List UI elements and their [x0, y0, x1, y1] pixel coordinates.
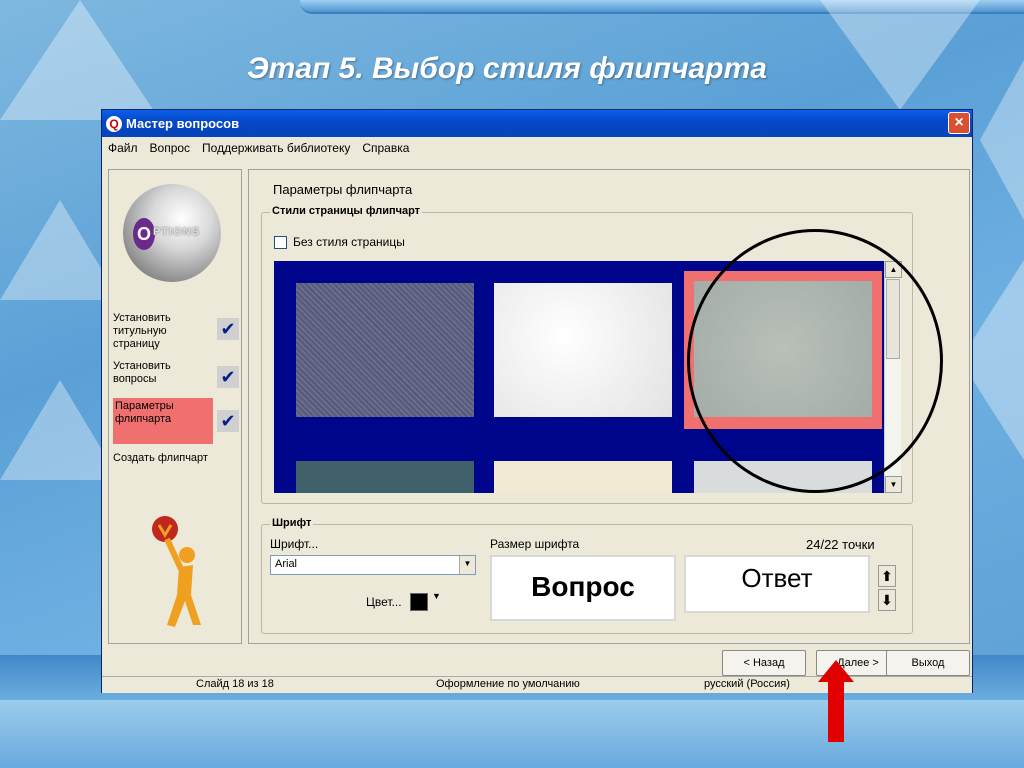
logo-text: PTIONS: [153, 226, 200, 238]
options-logo: O PTIONS: [123, 184, 221, 282]
color-swatch[interactable]: [410, 593, 428, 611]
window-titlebar: Q Мастер вопросов ×: [102, 110, 972, 137]
answer-preview: Ответ: [684, 555, 870, 613]
check-icon: ✔: [217, 366, 239, 388]
person-illustration-icon: [152, 516, 201, 627]
step-flipchart-params[interactable]: Параметры флипчарта: [113, 398, 213, 444]
close-button[interactable]: ×: [948, 112, 970, 134]
no-style-checkbox[interactable]: [274, 235, 287, 249]
font-select[interactable]: Arial ▼: [270, 555, 476, 575]
check-icon: ✔: [217, 318, 239, 340]
chevron-down-icon[interactable]: ▼: [459, 556, 475, 574]
back-button[interactable]: < Назад: [722, 650, 806, 676]
menu-help[interactable]: Справка: [362, 141, 409, 155]
step-title-page[interactable]: Установить титульную страницу: [113, 312, 213, 351]
wizard-steps-panel: O PTIONS Установить титульную страницу ✔…: [108, 169, 242, 644]
no-style-label: Без стиля страницы: [293, 235, 405, 249]
size-down-icon[interactable]: ⬇: [878, 589, 896, 611]
status-language: русский (Россия): [704, 678, 790, 690]
menu-file[interactable]: Файл: [108, 141, 138, 155]
size-up-icon[interactable]: ⬆: [878, 565, 896, 587]
status-design: Оформление по умолчанию: [436, 678, 580, 690]
style-tile-teal[interactable]: [296, 461, 474, 493]
highlight-circle: [687, 229, 943, 493]
scroll-down-icon[interactable]: ▼: [885, 476, 902, 493]
font-label: Шрифт...: [270, 537, 319, 551]
step-create-flipchart[interactable]: Создать флипчарт: [113, 452, 213, 465]
panel-heading: Параметры флипчарта: [273, 182, 413, 197]
exit-button[interactable]: Выход: [886, 650, 970, 676]
logo-letter: O: [133, 218, 155, 250]
page-styles-label: Стили страницы флипчарт: [270, 205, 423, 217]
font-value: Arial: [275, 558, 298, 570]
status-slide: Слайд 18 из 18: [196, 678, 274, 690]
menubar: Файл Вопрос Поддерживать библиотеку Спра…: [102, 137, 972, 159]
style-tile-white[interactable]: [494, 283, 672, 417]
window-title: Мастер вопросов: [126, 116, 240, 131]
font-size-value: 24/22 точки: [806, 537, 875, 552]
style-tile-canvas[interactable]: [296, 283, 474, 417]
question-preview: Вопрос: [490, 555, 676, 621]
red-arrow-up-icon: [818, 660, 854, 742]
slide-title: Этап 5. Выбор стиля флипчарта: [247, 52, 767, 85]
step-questions[interactable]: Установить вопросы: [113, 360, 213, 386]
bottom-decoration-light: [0, 700, 1024, 768]
app-icon: Q: [106, 115, 122, 132]
style-tile-cream[interactable]: [494, 461, 672, 493]
check-icon: ✔: [217, 410, 239, 432]
menu-question[interactable]: Вопрос: [150, 141, 191, 155]
font-size-label: Размер шрифта: [490, 537, 580, 551]
font-group-label: Шрифт: [270, 517, 314, 529]
menu-library[interactable]: Поддерживать библиотеку: [202, 141, 350, 155]
color-label: Цвет...: [366, 595, 402, 609]
color-dropdown-icon[interactable]: ▼: [432, 591, 441, 601]
font-group: Шрифт Шрифт... Arial ▼ Цвет... ▼ Размер …: [261, 517, 913, 634]
no-style-option[interactable]: Без стиля страницы: [274, 235, 405, 249]
